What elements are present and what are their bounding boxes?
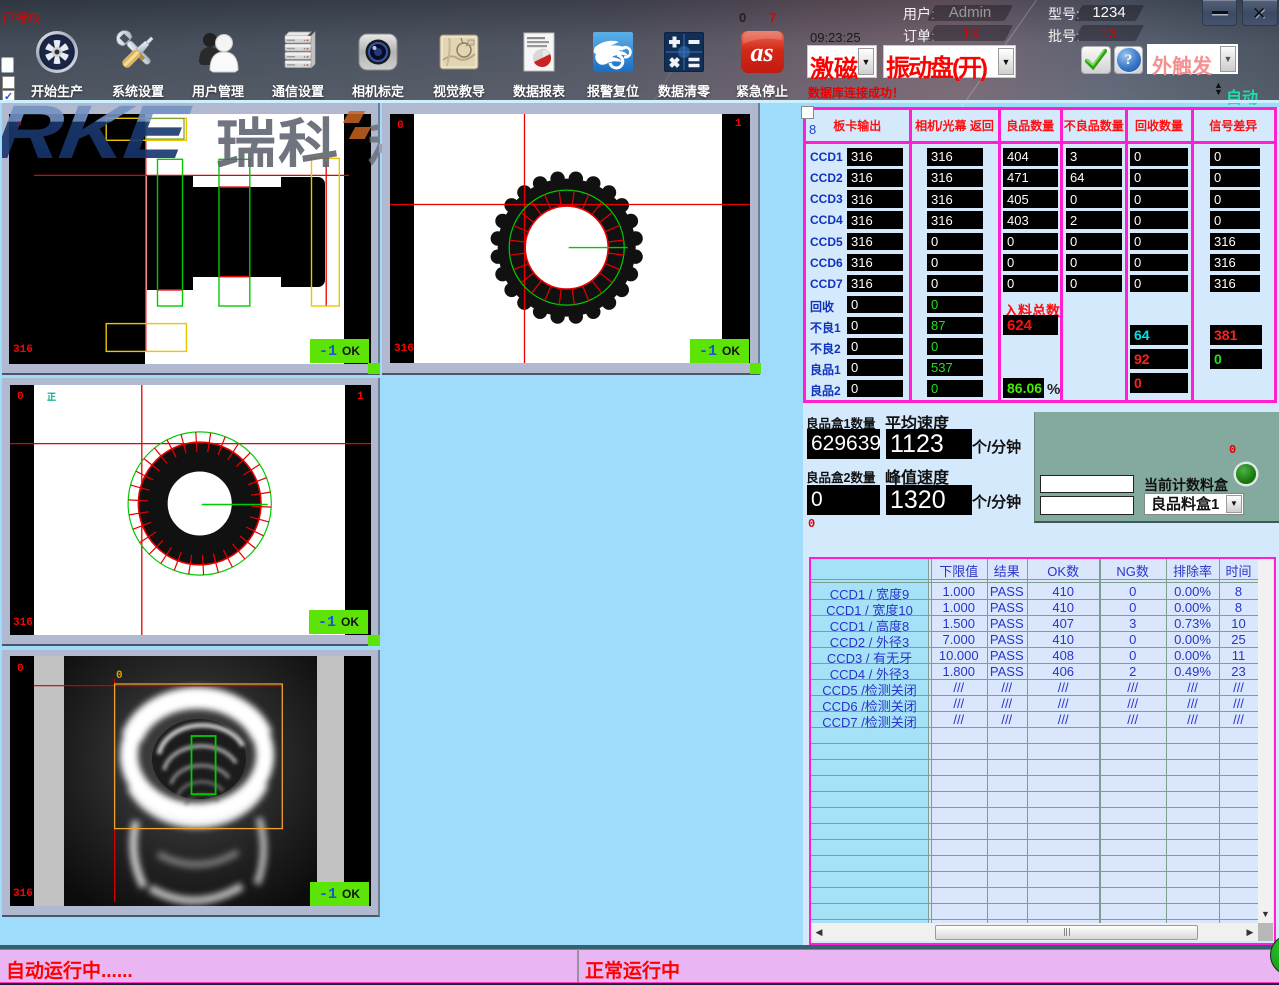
svg-text:as: as xyxy=(750,38,773,67)
